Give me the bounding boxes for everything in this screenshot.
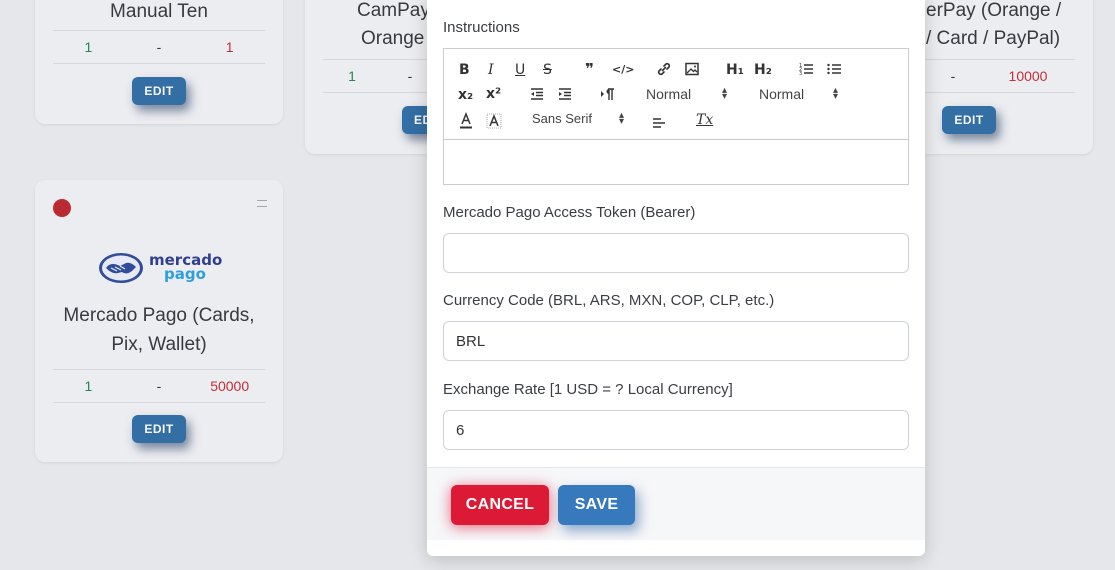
editor-content[interactable]: [444, 140, 908, 184]
font-select[interactable]: Sans Serif ▴ ▾: [532, 111, 632, 129]
updown-icon: ▴ ▾: [619, 110, 625, 127]
updown-icon: ▴ ▾: [722, 85, 728, 102]
size-select[interactable]: Normal ▴ ▾: [759, 86, 849, 104]
ordered-list-icon[interactable]: 123: [798, 61, 814, 77]
link-icon[interactable]: [656, 61, 672, 77]
token-label: Mercado Pago Access Token (Bearer): [443, 204, 696, 221]
italic-icon[interactable]: I: [488, 62, 494, 78]
updown-icon: ▴ ▾: [833, 85, 839, 102]
background-color-icon[interactable]: [486, 113, 502, 129]
blockquote-icon[interactable]: ❞: [585, 61, 594, 77]
strikethrough-icon[interactable]: S: [543, 62, 552, 78]
editor-toolbar: B I U S ❞ </> H₁ H₂ 123 x₂ x² Normal ▴ ▾ …: [444, 49, 908, 140]
heading-1-icon[interactable]: H₁: [726, 62, 744, 78]
bold-icon[interactable]: B: [459, 62, 470, 78]
align-left-icon[interactable]: [651, 114, 667, 130]
header-select[interactable]: Normal ▴ ▾: [646, 86, 736, 104]
instructions-label: Instructions: [443, 19, 520, 36]
instructions-editor: B I U S ❞ </> H₁ H₂ 123 x₂ x² Normal ▴ ▾ …: [443, 48, 909, 185]
text-direction-icon[interactable]: [600, 86, 616, 102]
bullet-list-icon[interactable]: [826, 61, 842, 77]
indent-icon[interactable]: [557, 86, 573, 102]
size-select-value: Normal: [759, 86, 805, 102]
font-select-value: Sans Serif: [532, 111, 592, 126]
currency-label: Currency Code (BRL, ARS, MXN, COP, CLP, …: [443, 292, 775, 309]
modal-footer: CANCEL SAVE: [427, 467, 925, 540]
header-select-value: Normal: [646, 86, 692, 102]
access-token-input[interactable]: [443, 233, 909, 273]
exchange-rate-input[interactable]: 6: [443, 410, 909, 450]
underline-icon[interactable]: U: [515, 62, 525, 78]
clear-format-icon[interactable]: Tx: [696, 112, 713, 128]
save-button[interactable]: SAVE: [558, 485, 635, 525]
outdent-icon[interactable]: [529, 86, 545, 102]
cancel-button[interactable]: CANCEL: [451, 485, 549, 525]
code-icon[interactable]: </>: [612, 62, 634, 78]
currency-code-input[interactable]: BRL: [443, 321, 909, 361]
svg-text:3: 3: [799, 71, 802, 77]
subscript-icon[interactable]: x₂: [458, 87, 473, 103]
image-icon[interactable]: [684, 61, 700, 77]
superscript-icon[interactable]: x²: [486, 86, 501, 102]
font-color-icon[interactable]: [458, 112, 474, 130]
edit-gateway-modal: Instructions B I U S ❞ </> H₁ H₂ 123 x₂ …: [427, 0, 925, 556]
exchange-rate-label: Exchange Rate [1 USD = ? Local Currency]: [443, 381, 733, 398]
heading-2-icon[interactable]: H₂: [754, 62, 772, 78]
